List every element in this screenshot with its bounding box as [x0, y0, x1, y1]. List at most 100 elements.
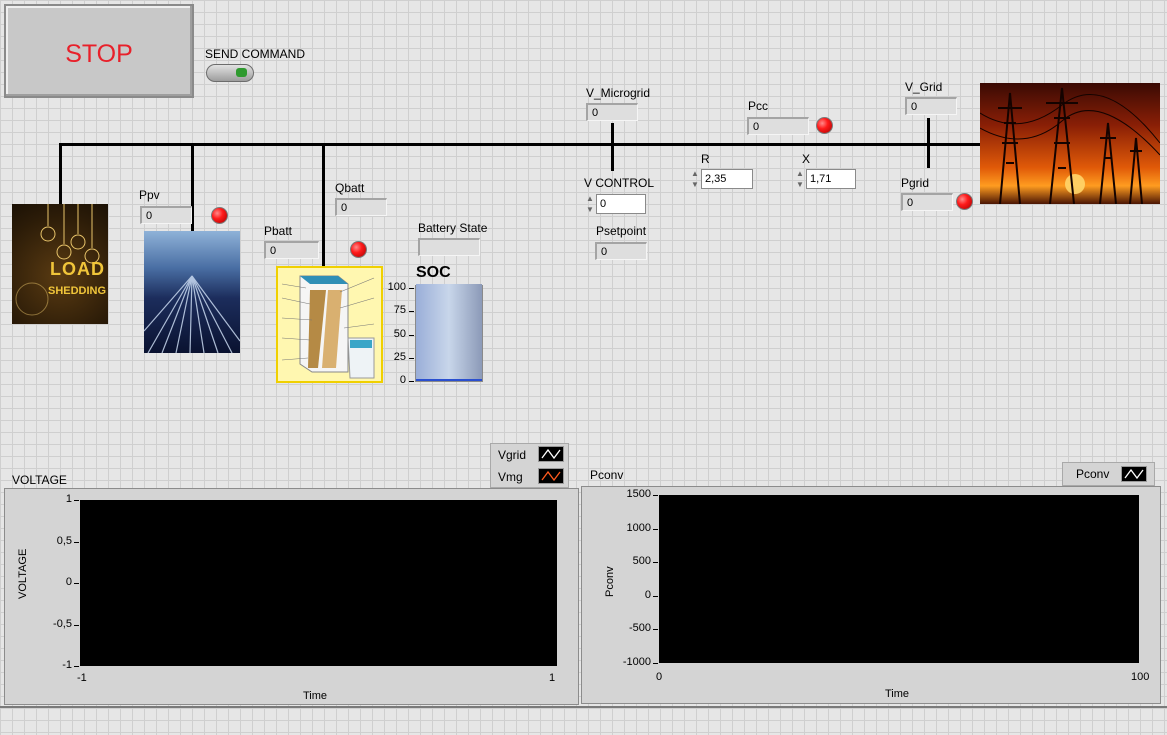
legend-label-vgrid: Vgrid	[498, 448, 527, 462]
soc-tick-mark	[409, 381, 414, 382]
voltage-y-tick-mark	[74, 500, 79, 501]
ppv-label: Ppv	[139, 188, 160, 202]
pbatt-label: Pbatt	[264, 224, 293, 238]
v-grid-indicator: 0	[905, 97, 957, 115]
legend-label-pconv: Pconv	[1076, 467, 1110, 481]
soc-tank	[415, 284, 483, 382]
psetpoint-label: Psetpoint	[596, 224, 647, 238]
pbatt-led	[350, 241, 367, 258]
voltage-chart-title: VOLTAGE	[12, 473, 67, 487]
pconv-y-tick-mark	[653, 663, 658, 664]
psetpoint-indicator: 0	[595, 242, 647, 260]
pconv-chart-title: Pconv	[590, 468, 624, 482]
voltage-x-tick-label: 1	[549, 672, 556, 684]
voltage-y-tick-label: -0,5	[53, 617, 72, 630]
pconv-y-tick-label: 500	[632, 555, 651, 568]
voltage-y-tick-mark	[74, 624, 79, 626]
battery-state-label: Battery State	[418, 221, 488, 235]
v-grid-label: V_Grid	[905, 80, 943, 94]
load-shedding-image: LOAD SHEDDING	[12, 204, 108, 324]
soc-label: SOC	[416, 264, 451, 281]
stop-button[interactable]: STOP	[4, 4, 194, 98]
soc-tick-mark	[409, 357, 414, 359]
voltage-y-tick-mark	[74, 583, 79, 584]
voltage-y-tick-label: 0	[65, 576, 72, 588]
pconv-y-tick-mark	[653, 629, 658, 631]
pconv-x-axis-label: Time	[885, 688, 910, 700]
pconv-chart-panel: Time Pconv 1500 1000 500 0 -500 -1000 0 100	[581, 486, 1161, 704]
pcc-label: Pcc	[748, 99, 769, 113]
pgrid-indicator: 0	[901, 193, 953, 211]
pconv-y-tick-mark	[653, 528, 658, 530]
v-control-spinner[interactable]: ▲ ▼	[585, 193, 595, 215]
load-shedding-text-1: LOAD	[50, 259, 105, 279]
voltage-y-tick-mark	[74, 666, 79, 667]
qbatt-indicator: 0	[335, 198, 387, 216]
power-tower-silhouettes	[980, 87, 1160, 204]
v-control-label: V CONTROL	[584, 176, 655, 190]
v-microgrid-indicator: 0	[586, 103, 638, 121]
voltage-y-tick-label: -1	[62, 659, 72, 671]
pgrid-led	[956, 193, 973, 210]
solar-panel-image	[144, 231, 240, 353]
stop-label: STOP	[65, 40, 133, 68]
voltage-chart-panel: Time VOLTAGE 1 0,5 0 -0,5 -1 -1 1	[4, 488, 579, 705]
pconv-y-tick-mark	[653, 562, 658, 564]
r-label: R	[701, 152, 710, 166]
soc-tick-mark	[409, 311, 414, 313]
legend-swatch-vmg	[538, 468, 564, 484]
soc-scale: 100 75 50 25 0	[380, 281, 414, 390]
battery-image	[276, 266, 383, 383]
bus-tap-microgrid	[611, 123, 614, 171]
pconv-y-tick-mark	[653, 595, 658, 597]
pconv-y-tick-label: 1500	[626, 488, 651, 500]
pconv-y-tick-label: 0	[644, 588, 651, 601]
pconv-legend: Pconv	[1062, 462, 1155, 486]
pconv-y-tick-label: -1000	[622, 656, 651, 668]
window-bottom-edge	[0, 706, 1167, 708]
soc-tick-label: 25	[393, 350, 406, 363]
voltage-plot-area[interactable]	[80, 500, 557, 666]
ppv-led	[211, 207, 228, 224]
bus-tap-grid	[927, 118, 930, 168]
voltage-legend: Vgrid Vmg	[490, 443, 569, 488]
pgrid-label: Pgrid	[901, 176, 930, 190]
grid-power-lines-image	[980, 83, 1160, 204]
voltage-y-tick-label: 0,5	[56, 534, 72, 547]
x-label: X	[802, 152, 811, 166]
soc-tick-label: 75	[393, 304, 406, 317]
soc-tick-mark	[409, 288, 414, 289]
voltage-x-axis-label: Time	[303, 690, 328, 702]
v-control-input[interactable]: 0	[596, 194, 646, 214]
ppv-indicator: 0	[140, 206, 192, 224]
voltage-y-axis-label: VOLTAGE	[17, 548, 29, 599]
pconv-y-tick-label: 1000	[626, 521, 651, 534]
pcc-led	[816, 117, 833, 134]
legend-swatch-pconv	[1121, 466, 1147, 482]
voltage-y-tick-label: 1	[65, 493, 72, 505]
bus-tap-battery	[322, 143, 325, 267]
send-command-label: SEND COMMAND	[205, 47, 306, 61]
legend-label-vmg: Vmg	[498, 470, 523, 484]
pconv-y-tick-label: -500	[628, 622, 651, 635]
legend-swatch-vgrid	[538, 446, 564, 462]
solar-rows-graphic	[144, 275, 240, 353]
pconv-y-axis-label: Pconv	[604, 566, 616, 597]
soc-tank-fill	[416, 284, 482, 381]
v-microgrid-label: V_Microgrid	[586, 86, 651, 100]
r-input[interactable]: 2,35	[701, 169, 753, 189]
battery-state-indicator	[418, 238, 480, 256]
soc-tick-label: 0	[399, 374, 406, 386]
main-bus-line	[60, 143, 985, 146]
pconv-plot-area[interactable]	[659, 495, 1139, 663]
x-spinner[interactable]: ▲ ▼	[795, 168, 805, 190]
battery-cutaway-graphic	[281, 275, 375, 379]
soc-tick-label: 100	[387, 281, 406, 293]
send-command-toggle[interactable]	[206, 64, 254, 82]
r-spinner[interactable]: ▲ ▼	[690, 168, 700, 190]
pcc-indicator: 0	[747, 117, 809, 135]
pconv-x-tick-label: 100	[1131, 671, 1150, 683]
pconv-x-tick-label: 0	[656, 671, 663, 683]
qbatt-label: Qbatt	[335, 181, 365, 195]
x-input[interactable]: 1,71	[806, 169, 856, 189]
